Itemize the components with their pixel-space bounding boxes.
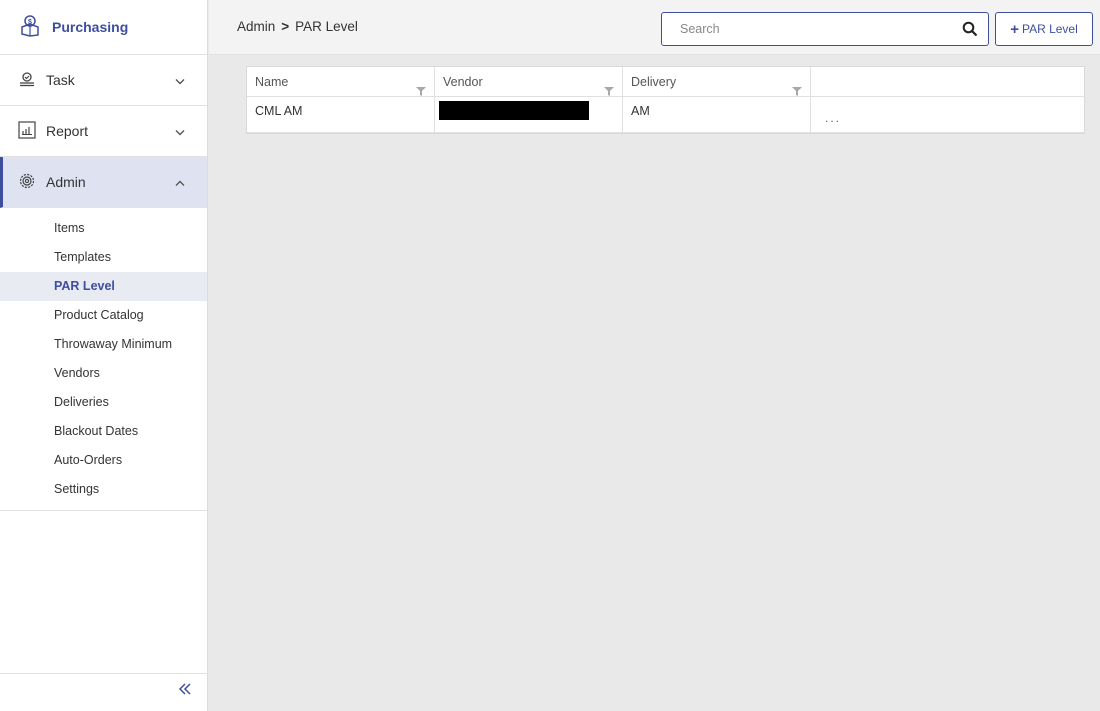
column-header-actions [811, 67, 1084, 96]
table-row[interactable]: CML AM AM ... [247, 97, 1084, 133]
nav-report-label: Report [46, 123, 89, 139]
column-header-name[interactable]: Name [247, 67, 435, 96]
task-icon [18, 71, 36, 90]
nav-group-report[interactable]: Report [0, 106, 207, 157]
table-header: Name Vendor Delivery [247, 67, 1084, 97]
sidebar-item-auto-orders[interactable]: Auto-Orders [0, 446, 207, 475]
chevron-down-icon [175, 73, 185, 88]
chevron-up-icon [175, 175, 185, 190]
sidebar-item-deliveries[interactable]: Deliveries [0, 388, 207, 417]
column-delivery-label: Delivery [631, 75, 677, 89]
sidebar-item-par-level[interactable]: PAR Level [0, 272, 207, 301]
cell-actions: ... [811, 97, 1084, 132]
nav-task-label: Task [46, 72, 75, 88]
breadcrumb-admin[interactable]: Admin [237, 19, 275, 34]
row-actions-menu[interactable]: ... [825, 111, 841, 125]
column-header-delivery[interactable]: Delivery [623, 67, 811, 96]
report-chart-icon [18, 120, 36, 142]
sidebar-item-vendors[interactable]: Vendors [0, 359, 207, 388]
sidebar-item-settings[interactable]: Settings [0, 475, 207, 504]
search-box [661, 12, 989, 46]
sidebar-item-product-catalog[interactable]: Product Catalog [0, 301, 207, 330]
cell-vendor [435, 97, 623, 132]
add-par-level-label: PAR Level [1021, 22, 1078, 36]
admin-submenu: Items Templates PAR Level Product Catalo… [0, 208, 207, 511]
sidebar-item-blackout-dates[interactable]: Blackout Dates [0, 417, 207, 446]
purchasing-box-icon: $ [20, 14, 40, 40]
column-name-label: Name [255, 75, 289, 89]
sidebar-item-items[interactable]: Items [0, 214, 207, 243]
column-vendor-label: Vendor [443, 75, 483, 89]
column-header-vendor[interactable]: Vendor [435, 67, 623, 96]
breadcrumb-separator: > [281, 19, 290, 34]
par-level-table: Name Vendor Delivery CML AM AM ... [246, 66, 1085, 134]
plus-icon: + [1010, 20, 1019, 38]
sidebar: $ Purchasing Task Report Admin Items Tem… [0, 0, 208, 711]
nav-group-admin[interactable]: Admin [0, 157, 207, 208]
app-title: Purchasing [52, 19, 129, 35]
nav-admin-label: Admin [46, 174, 86, 190]
redaction-block [439, 101, 589, 120]
search-icon[interactable] [962, 21, 978, 40]
sidebar-footer [0, 673, 208, 711]
breadcrumb-par-level: PAR Level [295, 19, 358, 34]
chevron-down-icon [175, 124, 185, 139]
nav-group-task[interactable]: Task [0, 55, 207, 106]
breadcrumb: Admin > PAR Level [237, 19, 358, 34]
sidebar-item-throwaway-minimum[interactable]: Throwaway Minimum [0, 330, 207, 359]
sidebar-item-templates[interactable]: Templates [0, 243, 207, 272]
search-input[interactable] [662, 13, 942, 45]
cell-delivery: AM [623, 97, 811, 132]
brand[interactable]: $ Purchasing [0, 0, 207, 55]
add-par-level-button[interactable]: + PAR Level [995, 12, 1093, 46]
header: Admin > PAR Level + PAR Level [209, 0, 1100, 55]
cell-name: CML AM [247, 97, 435, 132]
gear-icon [18, 172, 36, 193]
double-chevron-left-icon[interactable] [178, 680, 192, 701]
